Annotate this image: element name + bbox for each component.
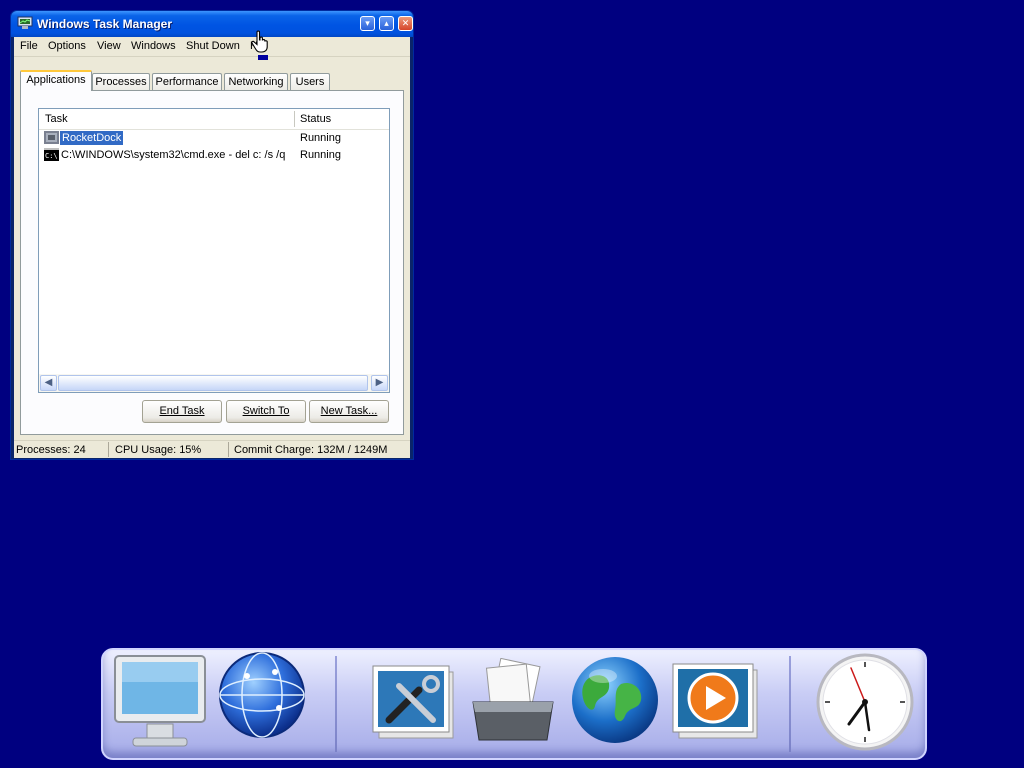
internet-globe-icon[interactable] bbox=[569, 654, 661, 746]
scrollbar-thumb[interactable] bbox=[58, 375, 368, 391]
new-task-label: New Task... bbox=[320, 405, 378, 417]
tab-applications[interactable]: Applications bbox=[20, 70, 92, 91]
cmd-icon: C:\ bbox=[44, 148, 59, 161]
table-row[interactable]: RocketDock Running bbox=[39, 130, 389, 147]
documents-folder-icon[interactable] bbox=[467, 658, 559, 746]
task-list[interactable]: Task Status RocketDock Running C:\ C:\WI… bbox=[38, 108, 390, 393]
rocketdock-icon bbox=[44, 131, 59, 144]
column-header-task[interactable]: Task bbox=[45, 113, 68, 125]
tab-users[interactable]: Users bbox=[290, 73, 330, 90]
desktop: Windows Task Manager ▾ ▴ ✕ File Options … bbox=[0, 0, 1024, 768]
maximize-button[interactable]: ▴ bbox=[379, 16, 394, 31]
menu-view[interactable]: View bbox=[97, 40, 121, 52]
horizontal-scrollbar[interactable]: ◀ ▶ bbox=[39, 374, 389, 392]
network-globe-icon[interactable] bbox=[217, 650, 307, 740]
processes-count: Processes: 24 bbox=[16, 444, 86, 456]
task-manager-app-icon bbox=[17, 16, 33, 29]
scroll-right-arrow-icon[interactable]: ▶ bbox=[371, 375, 388, 391]
column-divider[interactable] bbox=[294, 111, 295, 127]
status-bar: Processes: 24 CPU Usage: 15% Commit Char… bbox=[14, 440, 410, 458]
status-divider bbox=[108, 442, 109, 457]
clock-icon[interactable] bbox=[815, 652, 915, 752]
tab-control: Applications Processes Performance Netwo… bbox=[14, 57, 410, 437]
window-title: Windows Task Manager bbox=[37, 17, 173, 31]
rocketdock-bar bbox=[101, 648, 927, 760]
dock-separator bbox=[789, 656, 791, 752]
table-row[interactable]: C:\ C:\WINDOWS\system32\cmd.exe - del c:… bbox=[39, 147, 389, 164]
minimize-button[interactable]: ▾ bbox=[360, 16, 375, 31]
media-player-icon[interactable] bbox=[671, 662, 761, 744]
svg-text:C:\: C:\ bbox=[45, 152, 58, 160]
applications-panel: Task Status RocketDock Running C:\ C:\WI… bbox=[20, 90, 404, 435]
title-bar[interactable]: Windows Task Manager ▾ ▴ ✕ bbox=[11, 11, 413, 37]
my-computer-icon[interactable] bbox=[111, 652, 209, 750]
menu-file[interactable]: File bbox=[20, 40, 38, 52]
switch-to-button[interactable]: Switch To bbox=[226, 400, 306, 423]
task-manager-window[interactable]: Windows Task Manager ▾ ▴ ✕ File Options … bbox=[10, 10, 414, 460]
close-button[interactable]: ✕ bbox=[398, 16, 413, 31]
menu-bar: File Options View Windows Shut Down H bbox=[14, 37, 410, 57]
switch-to-label: Switch To bbox=[242, 405, 290, 417]
hand-cursor-icon bbox=[251, 30, 268, 53]
menu-windows[interactable]: Windows bbox=[131, 40, 176, 52]
tab-processes[interactable]: Processes bbox=[92, 73, 150, 90]
end-task-button[interactable]: End Task bbox=[142, 400, 222, 423]
column-header-status[interactable]: Status bbox=[300, 113, 331, 125]
task-status: Running bbox=[300, 149, 341, 161]
tab-performance[interactable]: Performance bbox=[152, 73, 222, 90]
menu-shut-down[interactable]: Shut Down bbox=[186, 40, 240, 52]
task-name: RocketDock bbox=[60, 131, 124, 145]
cpu-usage: CPU Usage: 15% bbox=[115, 444, 202, 456]
control-panel-tools-icon[interactable] bbox=[369, 662, 457, 744]
window-client-area: File Options View Windows Shut Down H Ap… bbox=[14, 37, 410, 458]
task-name: C:\WINDOWS\system32\cmd.exe - del c: /s … bbox=[61, 149, 286, 161]
menu-options[interactable]: Options bbox=[48, 40, 86, 52]
status-divider bbox=[228, 442, 229, 457]
scroll-left-arrow-icon[interactable]: ◀ bbox=[40, 375, 57, 391]
list-header: Task Status bbox=[39, 109, 389, 130]
dock-separator bbox=[335, 656, 337, 752]
new-task-button[interactable]: New Task... bbox=[309, 400, 389, 423]
cursor-shadow-mark bbox=[258, 55, 268, 60]
tab-networking[interactable]: Networking bbox=[224, 73, 288, 90]
end-task-label: End Task bbox=[159, 405, 205, 417]
commit-charge: Commit Charge: 132M / 1249M bbox=[234, 444, 388, 456]
task-status: Running bbox=[300, 132, 341, 144]
